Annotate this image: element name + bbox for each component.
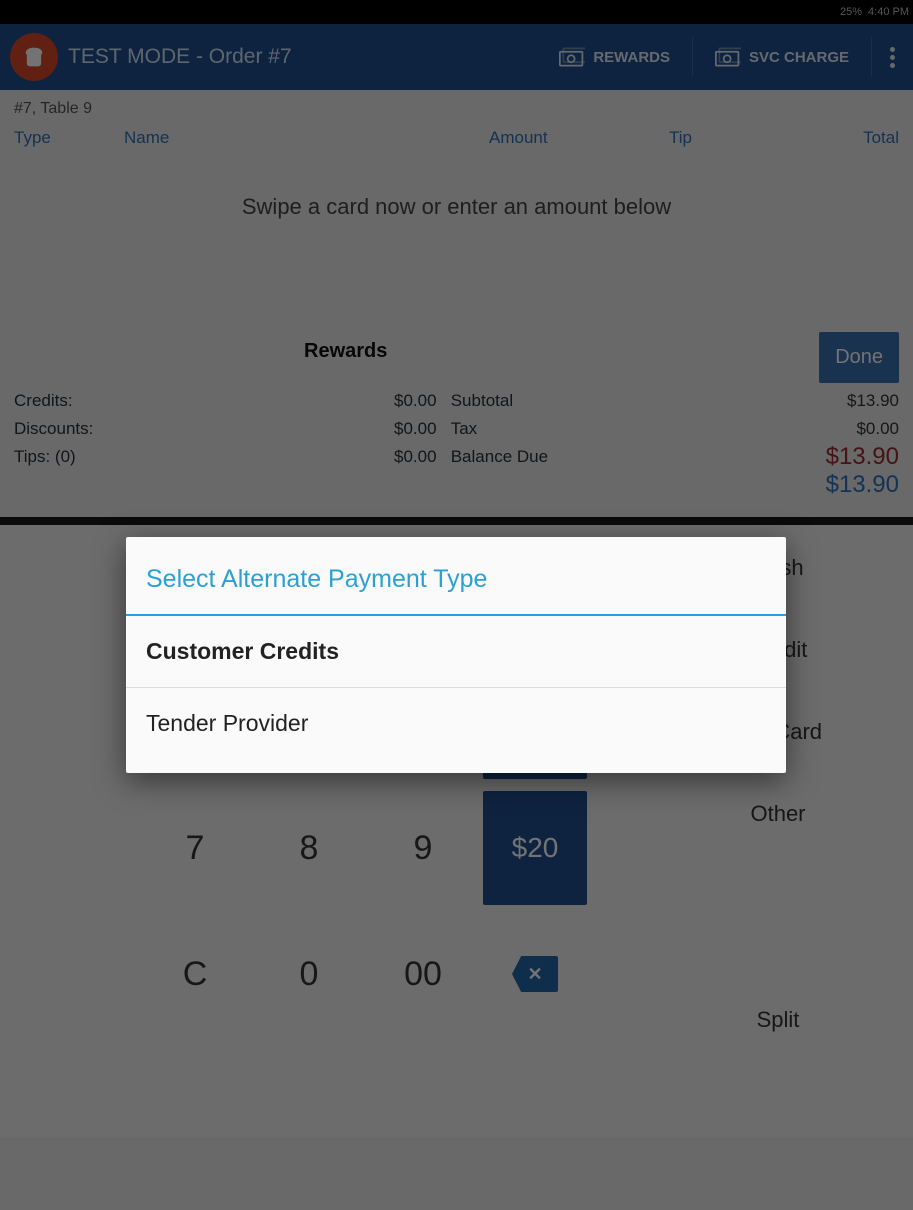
alternate-payment-dialog: Select Alternate Payment Type Customer C… [126, 537, 786, 773]
dialog-item-tender-provider[interactable]: Tender Provider [126, 688, 786, 773]
dialog-title: Select Alternate Payment Type [126, 537, 786, 614]
dialog-item-customer-credits[interactable]: Customer Credits [126, 616, 786, 688]
